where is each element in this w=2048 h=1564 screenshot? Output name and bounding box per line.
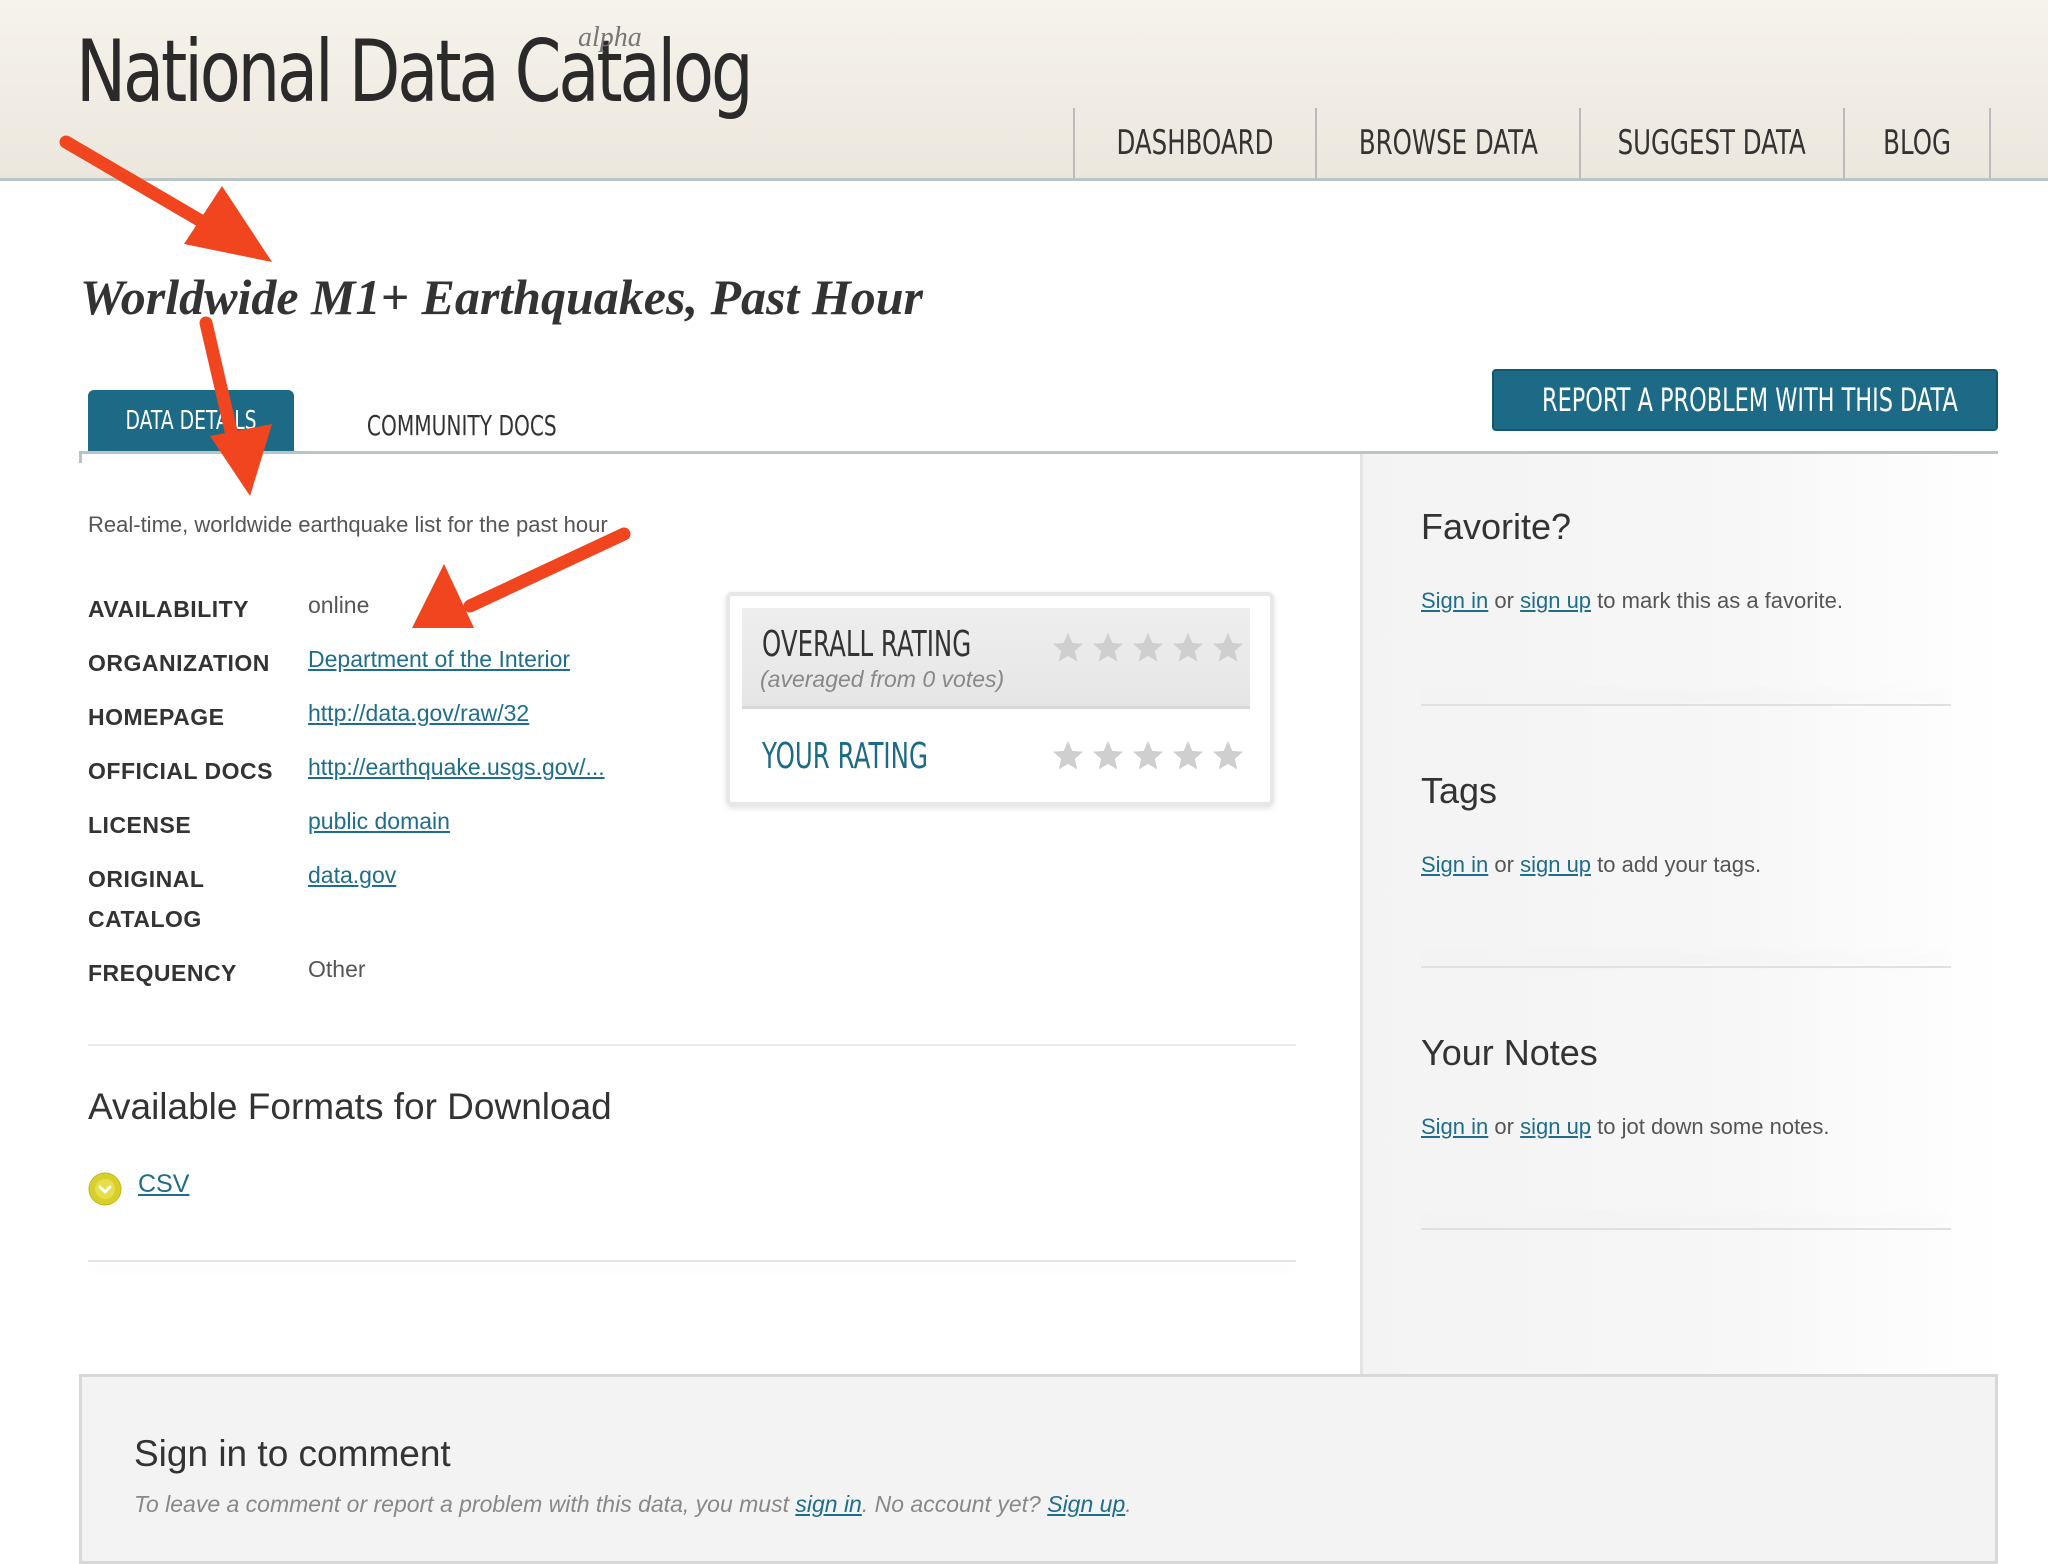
license-link[interactable]: public domain bbox=[308, 808, 450, 835]
availability-value: online bbox=[308, 592, 370, 618]
tab-data-details-label: DATA DETAILS bbox=[125, 406, 257, 436]
favorite-rest-text: to mark this as a favorite. bbox=[1597, 588, 1843, 613]
tags-sign-in-link[interactable]: Sign in bbox=[1421, 852, 1488, 877]
your-rating-stars[interactable] bbox=[1050, 738, 1246, 774]
original-catalog-link[interactable]: data.gov bbox=[308, 862, 396, 889]
favorite-heading: Favorite? bbox=[1421, 506, 1572, 547]
overall-rating-label: OVERALL RATING bbox=[762, 624, 972, 665]
notes-sign-up-link[interactable]: sign up bbox=[1520, 1114, 1591, 1139]
tab-divider-left-tick bbox=[79, 451, 82, 463]
tags-sign-up-link[interactable]: sign up bbox=[1520, 852, 1591, 877]
comment-text-before: To leave a comment or report a problem w… bbox=[134, 1491, 796, 1517]
site-logo[interactable]: National Data Catalog bbox=[76, 22, 754, 122]
formats-heading: Available Formats for Download bbox=[88, 1086, 612, 1127]
notes-rest-text: to jot down some notes. bbox=[1597, 1114, 1830, 1139]
homepage-link[interactable]: http://data.gov/raw/32 bbox=[308, 700, 529, 727]
favorite-or-text: or bbox=[1494, 588, 1514, 613]
favorite-text: Sign in or sign up to mark this as a fav… bbox=[1421, 588, 1843, 614]
your-rating-star-icon[interactable] bbox=[1130, 738, 1166, 774]
availability-label: AVAILABILITY bbox=[88, 596, 250, 622]
comment-sign-up-link[interactable]: Sign up bbox=[1047, 1491, 1125, 1517]
homepage-label: HOMEPAGE bbox=[88, 704, 225, 730]
comment-heading: Sign in to comment bbox=[134, 1433, 451, 1474]
notes-or-text: or bbox=[1494, 1114, 1514, 1139]
logo-alpha-badge: alpha bbox=[578, 22, 642, 53]
tab-data-details[interactable]: DATA DETAILS bbox=[88, 390, 294, 452]
your-rating-star-icon[interactable] bbox=[1170, 738, 1206, 774]
frequency-value: Other bbox=[308, 956, 366, 982]
nav-suggest-data[interactable]: SUGGEST DATA bbox=[1579, 108, 1843, 178]
csv-download-link[interactable]: CSV bbox=[138, 1170, 189, 1199]
formats-divider bbox=[88, 1260, 1296, 1262]
sidebar: Favorite? Sign in or sign up to mark thi… bbox=[1360, 454, 2001, 1374]
nav-dashboard[interactable]: DASHBOARD bbox=[1073, 108, 1315, 178]
comment-text: To leave a comment or report a problem w… bbox=[134, 1491, 1132, 1518]
overall-rating-star-icon bbox=[1053, 633, 1083, 662]
comment-text-after: . bbox=[1125, 1491, 1132, 1517]
organization-label: ORGANIZATION bbox=[88, 650, 270, 676]
section-divider bbox=[88, 1044, 1296, 1046]
your-rating-star-icon[interactable] bbox=[1050, 738, 1086, 774]
overall-rating-section: OVERALL RATING (averaged from 0 votes) bbox=[742, 608, 1250, 709]
notes-heading: Your Notes bbox=[1421, 1032, 1598, 1073]
your-rating-star-icon[interactable] bbox=[1090, 738, 1126, 774]
tags-rest-text: to add your tags. bbox=[1597, 852, 1762, 877]
nav-blog-label: BLOG bbox=[1883, 123, 1951, 163]
tab-community-docs[interactable]: COMMUNITY DOCS bbox=[330, 400, 594, 450]
overall-rating-star-icon bbox=[1133, 633, 1163, 662]
report-problem-label: REPORT A PROBLEM WITH THIS DATA bbox=[1542, 381, 1958, 419]
tags-heading: Tags bbox=[1421, 770, 1498, 811]
organization-link[interactable]: Department of the Interior bbox=[308, 646, 570, 673]
license-label: LICENSE bbox=[88, 812, 192, 838]
site-header: National Data Catalog alpha DASHBOARD BR… bbox=[0, 0, 2048, 181]
tags-text: Sign in or sign up to add your tags. bbox=[1421, 852, 1761, 878]
nav-browse-data-label: BROWSE DATA bbox=[1358, 123, 1538, 163]
nav-blog[interactable]: BLOG bbox=[1843, 108, 1991, 178]
sidebar-divider bbox=[1421, 704, 1951, 706]
comment-sign-in-link[interactable]: sign in bbox=[795, 1491, 861, 1517]
overall-rating-votes: (averaged from 0 votes) bbox=[760, 666, 1005, 692]
your-rating-star-icon[interactable] bbox=[1210, 738, 1246, 774]
your-rating-label: YOUR RATING bbox=[762, 736, 928, 777]
favorite-sign-in-link[interactable]: Sign in bbox=[1421, 588, 1488, 613]
overall-rating-star-icon bbox=[1213, 633, 1243, 662]
comment-text-mid: . No account yet? bbox=[861, 1491, 1048, 1517]
nav-browse-data[interactable]: BROWSE DATA bbox=[1315, 108, 1579, 178]
notes-text: Sign in or sign up to jot down some note… bbox=[1421, 1114, 1830, 1140]
sidebar-divider bbox=[1421, 966, 1951, 968]
rating-panel: OVERALL RATING (averaged from 0 votes) Y… bbox=[726, 592, 1274, 806]
download-icon[interactable] bbox=[88, 1172, 122, 1206]
dataset-description: Real-time, worldwide earthquake list for… bbox=[88, 512, 608, 537]
report-problem-button[interactable]: REPORT A PROBLEM WITH THIS DATA bbox=[1492, 369, 1998, 431]
sidebar-divider bbox=[1421, 1228, 1951, 1230]
tags-or-text: or bbox=[1494, 852, 1514, 877]
nav-suggest-data-label: SUGGEST DATA bbox=[1617, 123, 1807, 163]
overall-rating-star-icon bbox=[1173, 633, 1203, 662]
tab-community-docs-label: COMMUNITY DOCS bbox=[366, 408, 557, 442]
nav-dashboard-label: DASHBOARD bbox=[1116, 123, 1274, 163]
frequency-label: FREQUENCY bbox=[88, 960, 237, 986]
official-docs-link[interactable]: http://earthquake.usgs.gov/... bbox=[308, 754, 605, 781]
page-title: Worldwide M1+ Earthquakes, Past Hour bbox=[80, 269, 923, 325]
original-catalog-label-line2: CATALOG bbox=[88, 906, 202, 932]
overall-rating-stars bbox=[1050, 630, 1246, 666]
notes-sign-in-link[interactable]: Sign in bbox=[1421, 1114, 1488, 1139]
arrow-to-availability bbox=[412, 527, 631, 628]
favorite-sign-up-link[interactable]: sign up bbox=[1520, 588, 1591, 613]
main-nav: DASHBOARD BROWSE DATA SUGGEST DATA BLOG bbox=[1073, 108, 1991, 178]
original-catalog-label-line1: ORIGINAL bbox=[88, 866, 205, 892]
overall-rating-star-icon bbox=[1093, 633, 1123, 662]
official-docs-label: OFFICIAL DOCS bbox=[88, 758, 273, 784]
